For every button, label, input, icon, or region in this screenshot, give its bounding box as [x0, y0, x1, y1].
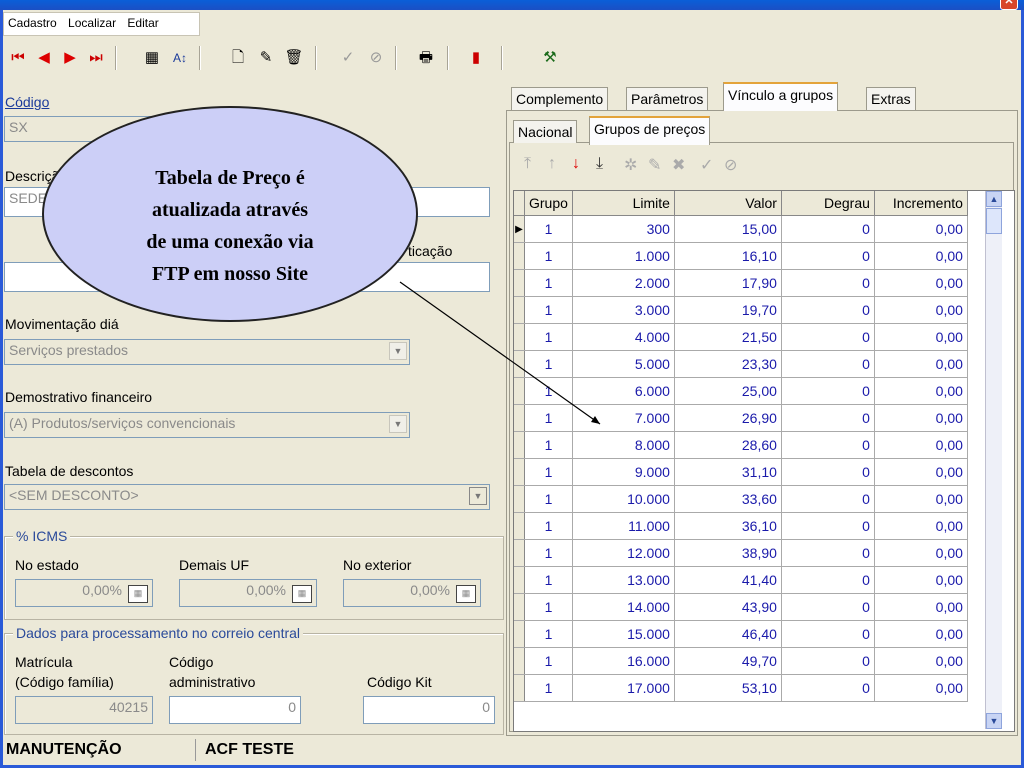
- callout-line: de uma conexão via: [146, 231, 314, 253]
- callout-line: FTP em nosso Site: [151, 263, 309, 285]
- callout-line: atualizada através: [151, 199, 309, 221]
- callout-text: Tabela de Preço é atualizada através de …: [92, 162, 368, 290]
- callout-line: Tabela de Preço é: [155, 167, 305, 189]
